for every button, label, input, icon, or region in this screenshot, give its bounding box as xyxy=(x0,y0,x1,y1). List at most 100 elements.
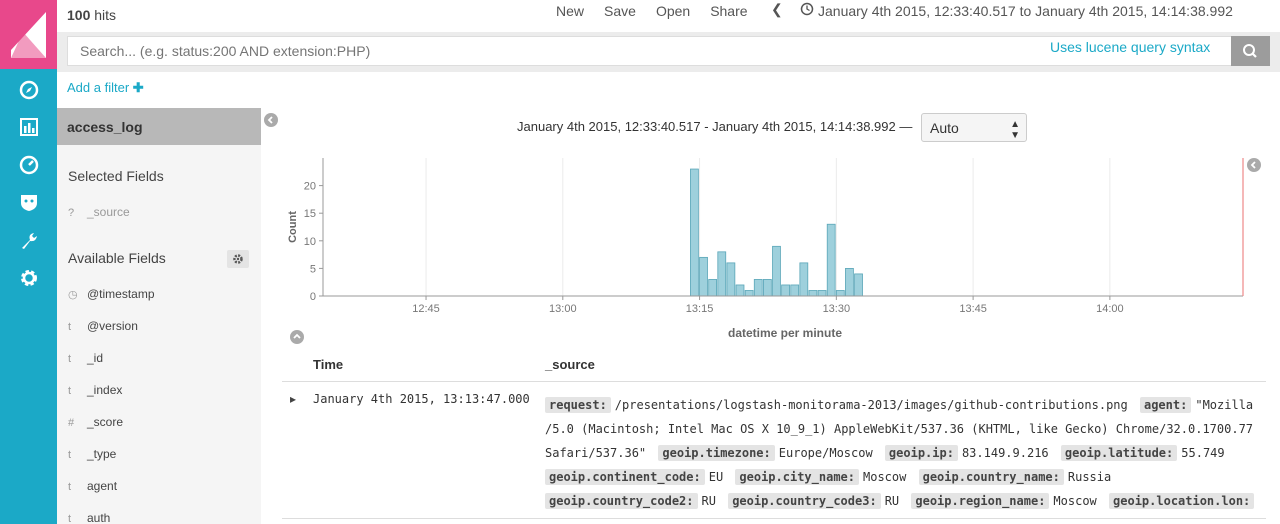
y-tick-label: 20 xyxy=(304,181,316,193)
gear-icon[interactable] xyxy=(18,267,40,289)
hits-count: 100 hits xyxy=(67,7,117,23)
histogram-bar[interactable] xyxy=(699,256,708,297)
field-item[interactable]: t @version xyxy=(68,319,138,335)
source-key: geoip.country_code2: xyxy=(545,493,698,509)
kibana-logo[interactable] xyxy=(0,0,57,69)
column-header-source[interactable]: _source xyxy=(545,357,595,372)
histogram-bar[interactable] xyxy=(717,251,727,297)
histogram-bar[interactable] xyxy=(845,268,854,297)
y-tick-label: 0 xyxy=(310,291,316,303)
histogram-bar[interactable] xyxy=(808,290,818,297)
bar-chart-icon[interactable] xyxy=(18,116,40,138)
histogram-bar[interactable] xyxy=(799,262,809,297)
chevron-left-icon[interactable]: ❮ xyxy=(771,1,783,18)
histogram-bar[interactable] xyxy=(826,223,836,297)
histogram-bar[interactable] xyxy=(762,279,772,297)
histogram-bar[interactable] xyxy=(790,284,800,297)
expand-row-icon[interactable]: ▸ xyxy=(290,392,296,406)
save-button[interactable]: Save xyxy=(604,3,636,19)
field-item[interactable]: t auth xyxy=(68,511,110,524)
open-button[interactable]: Open xyxy=(656,3,690,19)
y-tick-label: 5 xyxy=(310,263,316,275)
histogram-bar[interactable] xyxy=(726,262,736,297)
histogram-bar[interactable] xyxy=(854,273,863,297)
field-settings-button[interactable] xyxy=(227,250,249,268)
plus-icon: ✚ xyxy=(132,80,144,95)
interval-select[interactable]: Auto ▲ ▼ xyxy=(921,113,1027,142)
histogram-chart[interactable]: 0 5 10 15 20 12:45 13:00 13:15 13:30 13:45 14:00 d… xyxy=(280,150,1260,345)
collapse-chart-up-button[interactable] xyxy=(290,330,304,344)
x-tick-label: 12:45 xyxy=(412,303,440,315)
field-name: _source xyxy=(87,205,130,219)
y-axis-label: Count xyxy=(287,211,299,243)
histogram-bar[interactable] xyxy=(744,290,754,297)
field-name: _type xyxy=(87,447,117,461)
source-value: /presentations/logstash-monitorama-2013/… xyxy=(614,398,1128,412)
wrench-icon[interactable] xyxy=(18,230,40,252)
histogram-bar[interactable] xyxy=(835,290,845,297)
interval-value: Auto xyxy=(930,120,959,136)
field-type-icon: t xyxy=(68,481,72,493)
field-name: _index xyxy=(87,383,123,397)
x-tick-label: 13:30 xyxy=(823,303,851,315)
compass-icon[interactable] xyxy=(18,79,40,101)
histogram-bar[interactable] xyxy=(772,245,781,297)
table-divider xyxy=(282,518,1266,519)
row-source: request:/presentations/logstash-monitora… xyxy=(545,393,1257,513)
histogram-bar[interactable] xyxy=(817,290,827,297)
y-tick-label: 15 xyxy=(304,208,316,220)
field-item[interactable]: t _type xyxy=(68,447,116,463)
share-button[interactable]: Share xyxy=(710,3,747,19)
add-filter-label: Add a filter xyxy=(67,80,130,95)
field-name: agent xyxy=(87,479,118,493)
source-key: request: xyxy=(545,397,611,413)
table-divider xyxy=(282,381,1266,382)
new-button[interactable]: New xyxy=(556,3,584,19)
x-tick-label: 13:00 xyxy=(549,303,577,315)
source-value: Europe/Moscow xyxy=(778,446,873,460)
histogram-bar[interactable] xyxy=(735,284,745,297)
chart-time-range: January 4th 2015, 12:33:40.517 - January… xyxy=(517,119,913,134)
x-axis-label: datetime per minute xyxy=(728,326,842,340)
source-key: geoip.continent_code: xyxy=(545,469,705,485)
source-value: RU xyxy=(884,494,900,508)
x-tick-label: 14:00 xyxy=(1096,303,1124,315)
field-item[interactable]: t _id xyxy=(68,351,103,367)
column-header-time[interactable]: Time xyxy=(313,357,343,372)
histogram-bar[interactable] xyxy=(708,279,718,297)
x-tick-label: 13:15 xyxy=(686,303,714,315)
top-menu: New Save Open Share xyxy=(556,3,768,19)
field-type-icon: t xyxy=(68,321,72,333)
field-type-icon: ? xyxy=(68,207,75,219)
source-key: geoip.location.lon: xyxy=(1109,493,1255,509)
lucene-syntax-link[interactable]: Uses lucene query syntax xyxy=(1050,39,1210,55)
field-item[interactable]: # _score xyxy=(68,415,123,431)
chevron-up-icon xyxy=(293,333,301,339)
field-item[interactable]: t _index xyxy=(68,383,122,399)
histogram-bar[interactable] xyxy=(781,284,790,297)
field-type-icon: # xyxy=(68,417,75,429)
time-picker[interactable]: January 4th 2015, 12:33:40.517 to Januar… xyxy=(818,3,1233,19)
selected-field-source[interactable]: ? _source xyxy=(68,205,130,221)
histogram-bar[interactable] xyxy=(753,279,763,297)
chevron-left-icon xyxy=(267,116,273,124)
add-filter-button[interactable]: Add a filter ✚ xyxy=(67,80,144,96)
x-tick-label: 13:45 xyxy=(959,303,987,315)
field-item[interactable]: t agent xyxy=(68,479,117,495)
clock-icon[interactable] xyxy=(800,2,814,16)
source-key: agent: xyxy=(1139,397,1192,413)
index-pattern[interactable]: access_log xyxy=(57,108,261,145)
field-sidebar: access_log Selected Fields ? _source Avai… xyxy=(57,108,261,524)
source-value: Safari/537.36" xyxy=(545,446,647,460)
field-item[interactable]: ◷ @timestamp xyxy=(68,287,155,303)
source-value: "Mozilla xyxy=(1195,398,1254,412)
shield-icon[interactable] xyxy=(18,191,40,213)
field-type-icon: t xyxy=(68,449,72,461)
collapse-sidebar-button[interactable] xyxy=(264,113,278,127)
dashboard-icon[interactable] xyxy=(18,154,40,176)
source-value: Moscow xyxy=(863,470,907,484)
y-tick-label: 10 xyxy=(304,236,316,248)
histogram-bar[interactable] xyxy=(690,168,699,297)
source-key: geoip.timezone: xyxy=(658,445,775,461)
search-button[interactable] xyxy=(1231,36,1270,66)
